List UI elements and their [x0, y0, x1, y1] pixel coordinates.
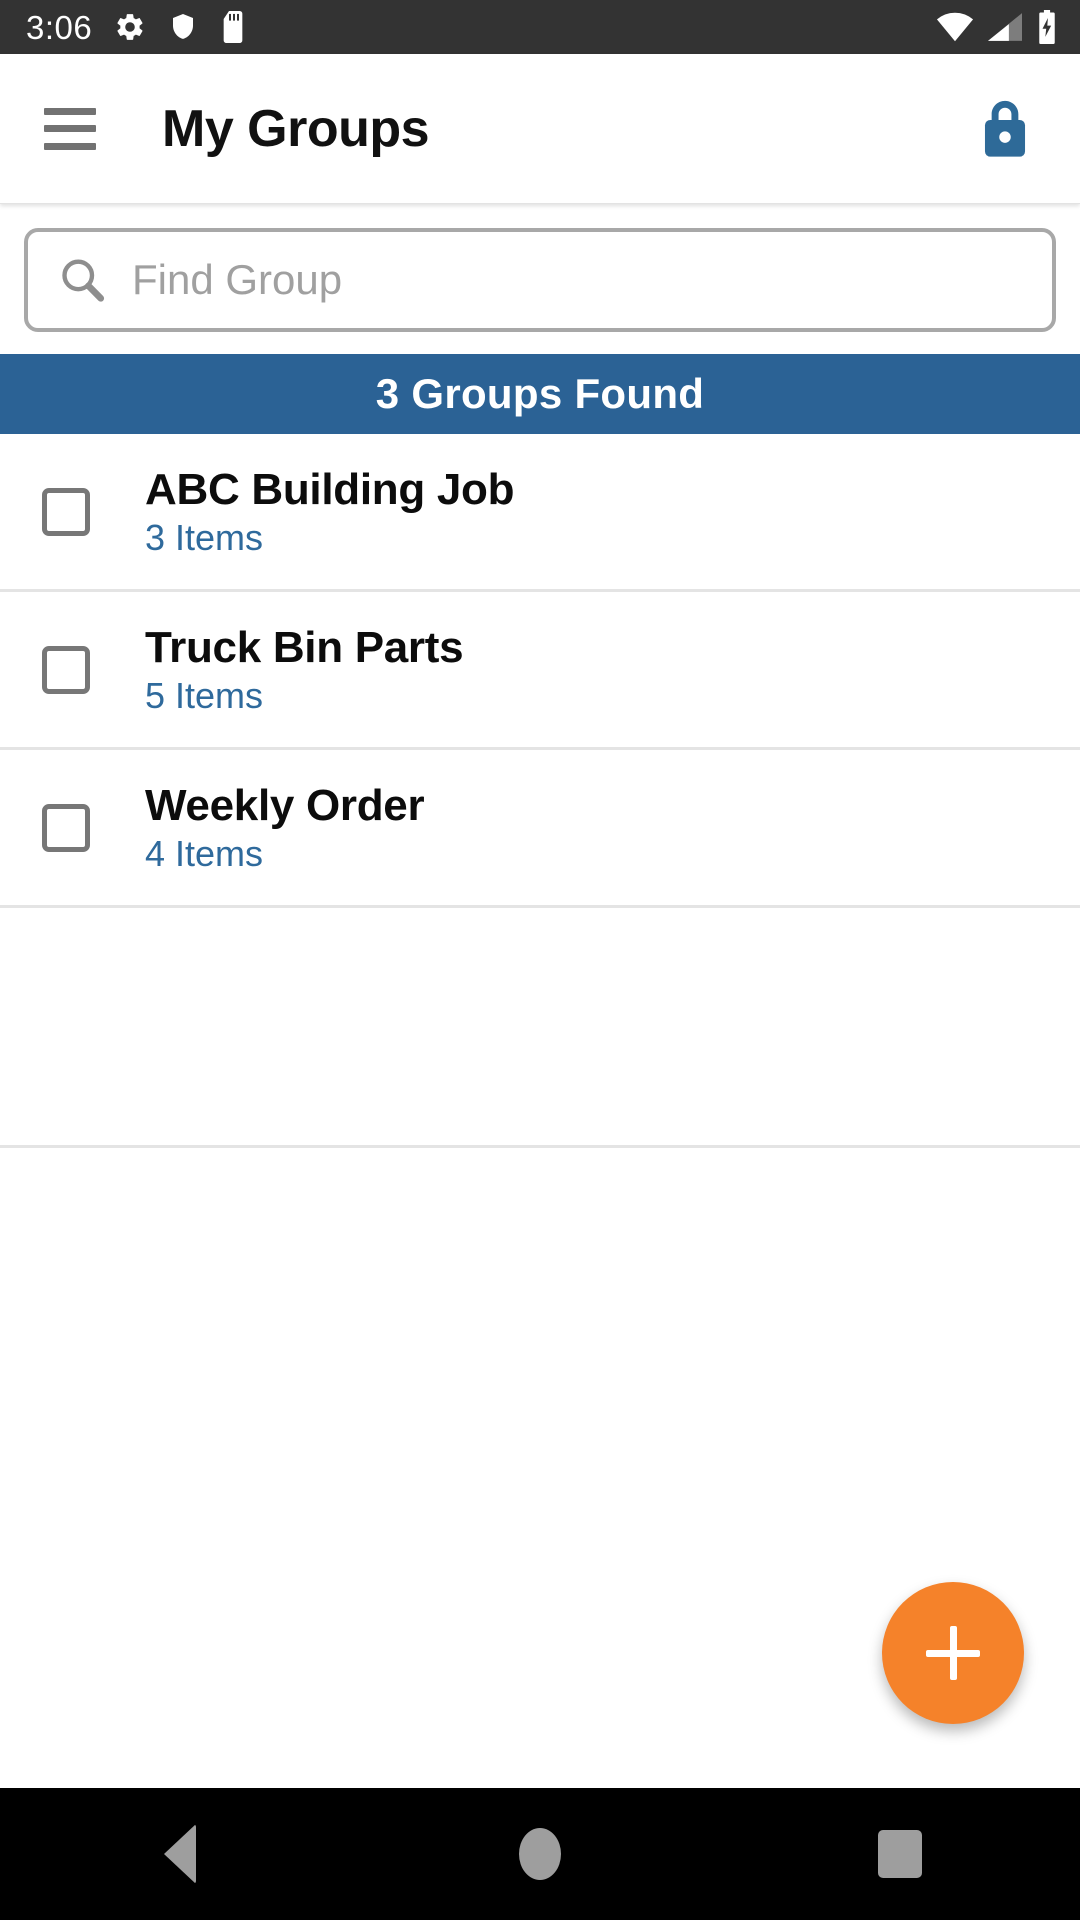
group-item-texts: ABC Building Job 3 Items	[145, 464, 515, 558]
group-list-item[interactable]: Weekly Order 4 Items	[0, 750, 1080, 908]
group-checkbox[interactable]	[42, 803, 90, 852]
app-bar: My Groups	[0, 54, 1080, 204]
group-name: ABC Building Job	[145, 464, 515, 514]
search-input[interactable]	[132, 256, 1026, 304]
android-navigation-bar	[0, 1788, 1080, 1920]
group-item-texts: Truck Bin Parts 5 Items	[145, 622, 464, 716]
group-item-count: 5 Items	[145, 674, 264, 716]
back-triangle-icon	[164, 1824, 196, 1884]
results-count-label: 3 Groups Found	[375, 370, 705, 417]
group-item-count: 4 Items	[145, 832, 264, 874]
gear-icon	[117, 14, 143, 40]
group-list: ABC Building Job 3 Items Truck Bin Parts…	[0, 434, 1080, 1148]
status-bar-right	[936, 10, 1058, 44]
nav-home-button[interactable]	[460, 1788, 620, 1920]
group-list-item[interactable]: ABC Building Job 3 Items	[0, 434, 1080, 592]
results-banner: 3 Groups Found	[0, 354, 1080, 434]
sd-card-icon	[223, 11, 243, 43]
page-title: My Groups	[162, 99, 430, 158]
recents-square-icon	[878, 1830, 922, 1878]
cellular-signal-icon	[988, 13, 1022, 41]
group-item-texts: Weekly Order 4 Items	[145, 780, 425, 874]
add-group-fab[interactable]	[882, 1582, 1024, 1724]
group-checkbox[interactable]	[42, 487, 90, 536]
search-box[interactable]	[24, 228, 1056, 332]
home-circle-icon	[519, 1828, 561, 1880]
battery-charging-icon	[1039, 10, 1055, 44]
wifi-icon	[936, 12, 974, 42]
status-bar-left: 3:06	[26, 11, 246, 44]
search-icon	[54, 252, 110, 308]
group-name: Weekly Order	[145, 780, 425, 830]
group-list-item[interactable]: Truck Bin Parts 5 Items	[0, 592, 1080, 750]
hamburger-bar	[44, 125, 96, 132]
hamburger-menu-icon[interactable]	[44, 107, 96, 150]
search-area	[0, 204, 1080, 354]
nav-back-button[interactable]	[100, 1788, 260, 1920]
hamburger-bar	[44, 107, 96, 115]
hamburger-bar	[44, 142, 96, 150]
status-bar: 3:06	[0, 0, 1080, 54]
group-name: Truck Bin Parts	[145, 622, 464, 672]
nav-recents-button[interactable]	[820, 1788, 980, 1920]
plus-icon	[926, 1626, 980, 1680]
status-clock: 3:06	[26, 8, 93, 46]
group-item-count: 3 Items	[145, 516, 264, 558]
content-area: 3 Groups Found ABC Building Job 3 Items …	[0, 204, 1080, 1148]
lock-icon[interactable]	[974, 98, 1036, 160]
group-checkbox[interactable]	[42, 645, 90, 694]
shield-icon	[173, 14, 194, 39]
group-list-empty-slot	[0, 908, 1080, 1148]
